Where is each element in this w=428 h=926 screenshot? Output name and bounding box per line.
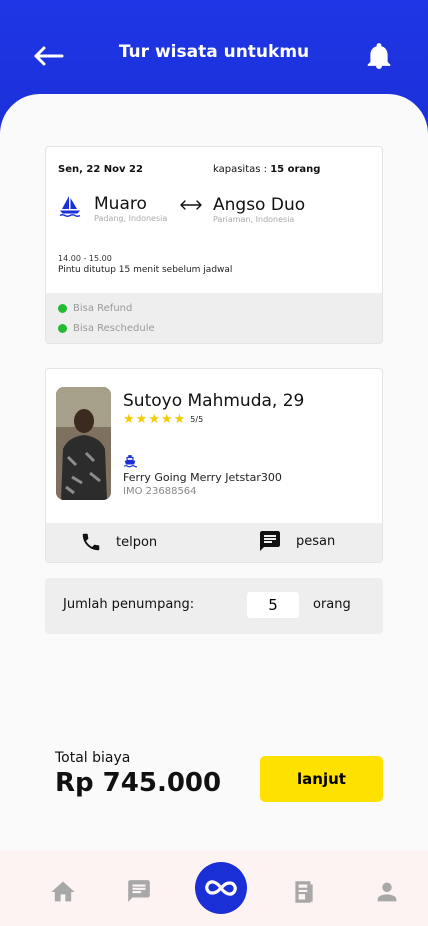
ticket-icon — [295, 881, 313, 903]
destination-region: Pariaman, Indonesia — [213, 215, 295, 224]
profile-icon — [377, 882, 397, 902]
person-photo-icon — [56, 387, 111, 500]
captain-photo — [56, 387, 111, 500]
page-title: Tur wisata untukmu — [118, 42, 310, 62]
message-label: pesan — [296, 533, 336, 549]
passenger-count-section: Jumlah penumpang: orang — [45, 578, 383, 634]
captain-name: Sutoyo Mahmuda, 29 — [123, 391, 305, 411]
two-way-arrow-icon — [180, 200, 202, 210]
message-button[interactable]: pesan — [258, 529, 335, 553]
call-label: telpon — [116, 534, 158, 550]
home-icon — [51, 881, 75, 902]
notification-button[interactable] — [366, 42, 392, 70]
star-icon: ★ — [148, 412, 160, 427]
star-icon: ★ — [160, 412, 173, 427]
total-amount: Rp 745.000 — [55, 768, 222, 798]
trip-capacity: kapasitas : 15 orang — [213, 164, 320, 175]
policy-label: Bisa Refund — [73, 303, 133, 314]
nav-chat[interactable] — [126, 878, 154, 906]
passenger-count-input[interactable] — [247, 592, 299, 618]
star-icon: ★ — [135, 412, 148, 427]
nav-ticket[interactable] — [291, 878, 319, 906]
policy-refund: Bisa Refund — [58, 303, 132, 314]
sailboat-icon — [59, 196, 81, 217]
passenger-unit: orang — [313, 597, 351, 612]
passenger-label: Jumlah penumpang: — [63, 597, 195, 612]
call-button[interactable]: telpon — [80, 531, 157, 553]
star-icon: ★ — [173, 412, 186, 427]
policy-label: Bisa Reschedule — [73, 323, 155, 334]
check-circle-icon — [58, 324, 67, 333]
rating-stars: ★ ★ ★ ★ ★ 5/5 — [123, 413, 203, 426]
bottom-nav — [0, 850, 428, 926]
origin-name: Muaro — [94, 194, 147, 214]
policy-section: Bisa Refund Bisa Reschedule — [46, 293, 382, 343]
ship-imo: IMO 23688564 — [123, 486, 197, 497]
origin-region: Padang, Indonesia — [94, 214, 168, 223]
message-icon — [260, 531, 280, 551]
trip-card: Sen, 22 Nov 22 kapasitas : 15 orang Muar… — [45, 146, 383, 344]
capacity-value: 15 orang — [270, 164, 321, 175]
star-icon: ★ — [123, 412, 135, 427]
check-circle-icon — [58, 304, 67, 313]
trip-date: Sen, 22 Nov 22 — [58, 164, 143, 175]
nav-profile[interactable] — [373, 878, 401, 906]
next-button[interactable]: lanjut — [260, 756, 383, 802]
destination-name: Angso Duo — [213, 195, 306, 215]
chat-icon — [128, 880, 150, 902]
nav-main[interactable] — [195, 862, 247, 914]
rating-value: 5/5 — [190, 415, 204, 424]
captain-card: Sutoyo Mahmuda, 29 ★ ★ ★ ★ ★ 5/5 Ferry G… — [45, 368, 383, 563]
ship-icon — [123, 455, 137, 468]
bell-icon — [367, 43, 391, 69]
capacity-label: kapasitas : — [213, 164, 271, 175]
ship-name: Ferry Going Merry Jetstar300 — [123, 471, 282, 484]
total-label: Total biaya — [55, 750, 131, 766]
policy-reschedule: Bisa Reschedule — [58, 323, 155, 334]
nav-home[interactable] — [49, 878, 77, 906]
contact-bar: telpon pesan — [46, 523, 382, 562]
trip-time: 14.00 - 15.00 — [58, 254, 112, 263]
infinity-icon — [205, 880, 237, 896]
phone-icon — [82, 533, 100, 551]
boarding-note: Pintu ditutup 15 menit sebelum jadwal — [58, 265, 233, 275]
